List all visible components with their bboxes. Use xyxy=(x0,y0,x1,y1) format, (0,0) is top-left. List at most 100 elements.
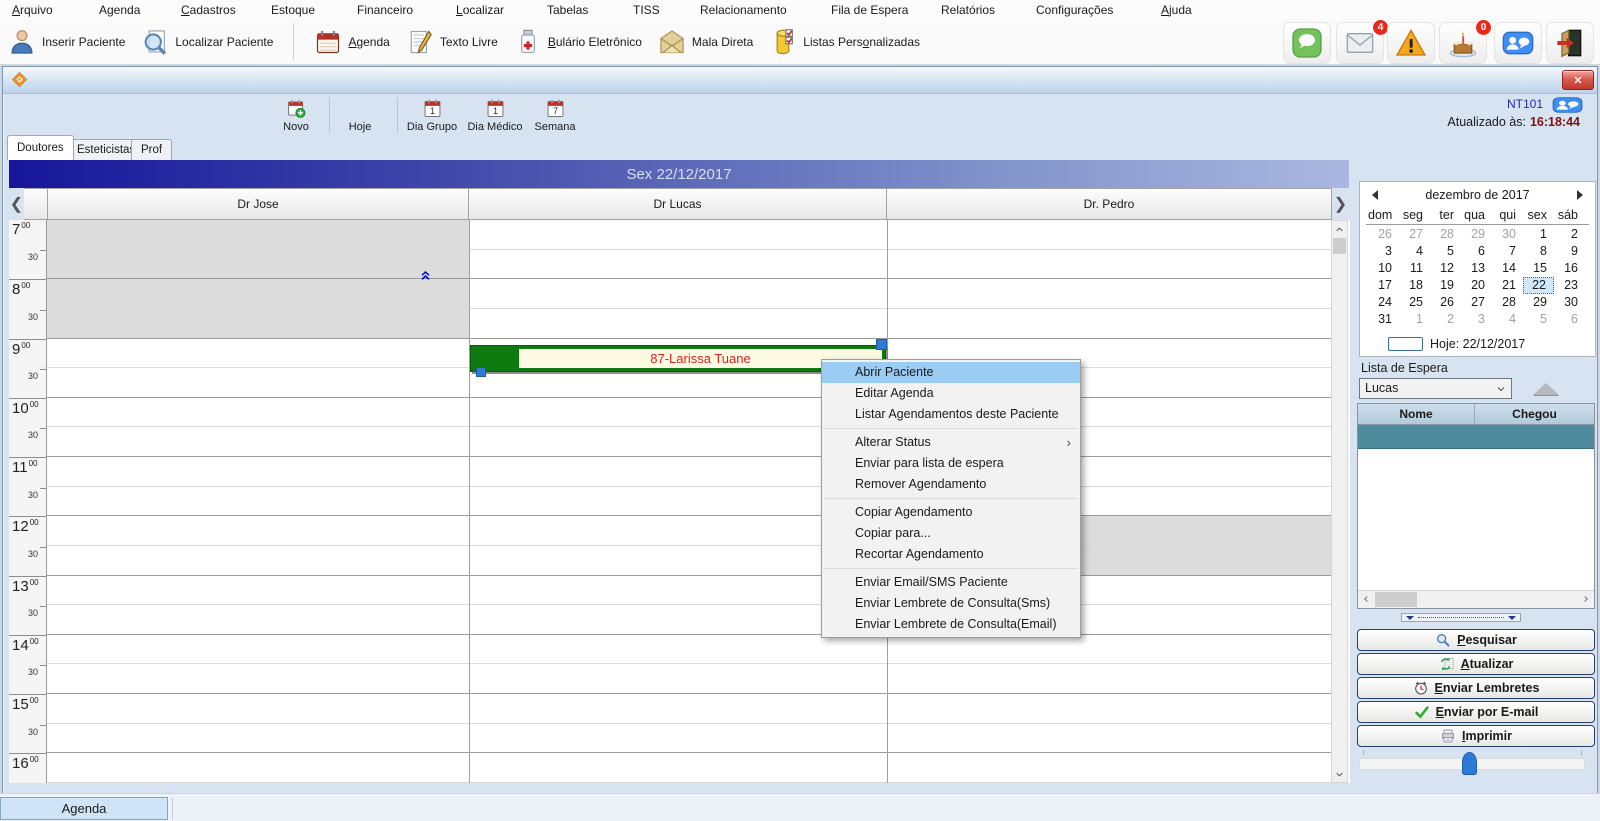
scroll-right-arrow[interactable] xyxy=(1578,591,1594,607)
calendar-day[interactable]: 19 xyxy=(1430,277,1461,294)
wt-button-novo[interactable]: Novo xyxy=(266,95,326,135)
calendar-day[interactable]: 24 xyxy=(1368,294,1399,311)
context-item-enviar-email-sms-paciente[interactable]: Enviar Email/SMS Paciente xyxy=(822,572,1080,593)
toolbar-item-inserir-paciente[interactable]: Inserir Paciente xyxy=(8,28,125,56)
tab-prof[interactable]: Prof xyxy=(131,139,172,160)
calendar-day[interactable]: 28 xyxy=(1492,294,1523,311)
context-item-copiar-agendamento[interactable]: Copiar Agendamento xyxy=(822,502,1080,523)
window-titlebar[interactable] xyxy=(3,67,1597,94)
context-item-enviar-lembrete-de-consulta-email-[interactable]: Enviar Lembrete de Consulta(Email) xyxy=(822,614,1080,635)
context-item-editar-agenda[interactable]: Editar Agenda xyxy=(822,383,1080,404)
toolbar-item-localizar-paciente[interactable]: Localizar Paciente xyxy=(141,28,273,56)
exit-door-button[interactable] xyxy=(1546,22,1594,64)
menu-tiss[interactable]: TISS xyxy=(629,0,664,20)
calendar-day[interactable]: 30 xyxy=(1492,226,1523,243)
waitlist-horizontal-scrollbar[interactable] xyxy=(1358,590,1594,608)
mail-button[interactable]: 4 xyxy=(1336,22,1384,64)
scroll-right-arrow[interactable]: ❯ xyxy=(1333,188,1348,220)
wt-button-semana[interactable]: 7Semana xyxy=(527,95,583,135)
doctor-header-1[interactable]: Dr Jose xyxy=(47,188,469,220)
resize-handle-top-right[interactable] xyxy=(876,339,887,350)
doctor-header-2[interactable]: Dr Lucas xyxy=(468,188,887,220)
calendar-day[interactable]: 6 xyxy=(1461,243,1492,260)
slot-cell[interactable] xyxy=(888,250,1331,280)
calendar-day[interactable]: 16 xyxy=(1554,260,1585,277)
calendar-day[interactable]: 17 xyxy=(1368,277,1399,294)
taskbar-tab-agenda[interactable]: Agenda xyxy=(0,797,168,820)
button-pesquisar[interactable]: Pesquisar xyxy=(1357,629,1595,651)
calendar-day[interactable]: 31 xyxy=(1368,311,1399,328)
panel-splitter[interactable] xyxy=(1401,613,1521,622)
slot-cell[interactable] xyxy=(470,635,887,665)
context-item-listar-agendamentos-deste-paciente[interactable]: Listar Agendamentos deste Paciente xyxy=(822,404,1080,425)
wt-button-hoje[interactable]: Hoje xyxy=(333,95,387,135)
close-button[interactable] xyxy=(1562,70,1594,90)
slot-cell[interactable] xyxy=(470,694,887,724)
slot-cell[interactable] xyxy=(470,753,887,783)
chevron-up-double-icon[interactable] xyxy=(418,268,433,283)
people-chat-button[interactable] xyxy=(1494,22,1542,64)
slot-cell[interactable] xyxy=(47,694,469,724)
waitlist-column-chegou[interactable]: Chegou xyxy=(1475,404,1594,424)
slot-cell[interactable] xyxy=(47,368,469,398)
slot-cell[interactable] xyxy=(470,220,887,250)
calendar-day[interactable]: 3 xyxy=(1368,243,1399,260)
calendar-day[interactable]: 28 xyxy=(1430,226,1461,243)
slot-cell[interactable] xyxy=(47,516,469,546)
toolbar-item-mala-direta[interactable]: Mala Direta xyxy=(658,28,753,56)
slot-cell[interactable] xyxy=(47,250,469,280)
calendar-day[interactable]: 27 xyxy=(1399,226,1430,243)
calendar-day[interactable]: 5 xyxy=(1430,243,1461,260)
calendar-day[interactable]: 11 xyxy=(1399,260,1430,277)
calendar-day[interactable]: 3 xyxy=(1461,311,1492,328)
context-item-recortar-agendamento[interactable]: Recortar Agendamento xyxy=(822,544,1080,565)
calendar-day[interactable]: 1 xyxy=(1399,311,1430,328)
calendar-day[interactable]: 13 xyxy=(1461,260,1492,277)
wt-button-dia-médico[interactable]: 1Dia Médico xyxy=(463,95,527,135)
calendar-day[interactable]: 12 xyxy=(1430,260,1461,277)
slot-cell[interactable] xyxy=(470,279,887,309)
toolbar-item-agenda[interactable]: Agenda xyxy=(314,28,389,56)
button-enviar-por-e-mail[interactable]: Enviar por E-mail xyxy=(1357,701,1595,723)
calendar-day[interactable]: 25 xyxy=(1399,294,1430,311)
waitlist-combobox[interactable]: Lucas xyxy=(1359,378,1512,399)
context-item-enviar-lembrete-de-consulta-sms-[interactable]: Enviar Lembrete de Consulta(Sms) xyxy=(822,593,1080,614)
slot-cell[interactable] xyxy=(47,576,469,606)
calendar-day[interactable]: 26 xyxy=(1368,226,1399,243)
resize-handle-bottom-left[interactable] xyxy=(476,367,486,377)
calendar-prev-icon[interactable] xyxy=(1372,190,1378,200)
calendar-day-selected[interactable]: 22 xyxy=(1523,277,1554,294)
menu-estoque[interactable]: Estoque xyxy=(267,0,319,20)
slot-cell[interactable] xyxy=(47,279,469,309)
chevron-down-icon[interactable] xyxy=(1491,379,1511,398)
calendar-day[interactable]: 4 xyxy=(1399,243,1430,260)
people-chat-icon[interactable] xyxy=(1552,94,1583,116)
slot-cell[interactable] xyxy=(888,220,1331,250)
grid-vertical-scrollbar[interactable] xyxy=(1331,220,1348,783)
slot-cell[interactable] xyxy=(47,635,469,665)
calendar-day[interactable]: 29 xyxy=(1461,226,1492,243)
context-item-enviar-para-lista-de-espera[interactable]: Enviar para lista de espera xyxy=(822,453,1080,474)
calendar-day[interactable]: 29 xyxy=(1523,294,1554,311)
menu-fila-de-espera[interactable]: Fila de Espera xyxy=(827,0,912,20)
collapse-up-button[interactable] xyxy=(1533,383,1559,395)
slot-cell[interactable] xyxy=(47,427,469,457)
slot-cell[interactable] xyxy=(888,635,1331,665)
scrollbar-thumb[interactable] xyxy=(1375,592,1417,607)
slot-cell[interactable] xyxy=(47,753,469,783)
slot-cell[interactable] xyxy=(47,339,469,369)
birthday-cake-button[interactable]: 0 xyxy=(1439,22,1487,64)
slot-cell[interactable] xyxy=(47,546,469,576)
calendar-day[interactable]: 27 xyxy=(1461,294,1492,311)
zoom-slider-thumb[interactable] xyxy=(1462,752,1477,775)
calendar-day[interactable]: 8 xyxy=(1523,243,1554,260)
today-label[interactable]: Hoje: 22/12/2017 xyxy=(1430,337,1525,351)
menu-arquivo[interactable]: Arquivo xyxy=(8,0,57,20)
button-imprimir[interactable]: Imprimir xyxy=(1357,725,1595,747)
menu-relat-rios[interactable]: Relatórios xyxy=(937,0,999,20)
slot-cell[interactable] xyxy=(888,753,1331,783)
calendar-day[interactable]: 4 xyxy=(1492,311,1523,328)
context-item-abrir-paciente[interactable]: Abrir Paciente xyxy=(822,362,1080,383)
scroll-left-arrow[interactable]: ❮ xyxy=(9,188,24,220)
toolbar-item-bulário-eletrônico[interactable]: Bulário Eletrônico xyxy=(514,28,642,56)
